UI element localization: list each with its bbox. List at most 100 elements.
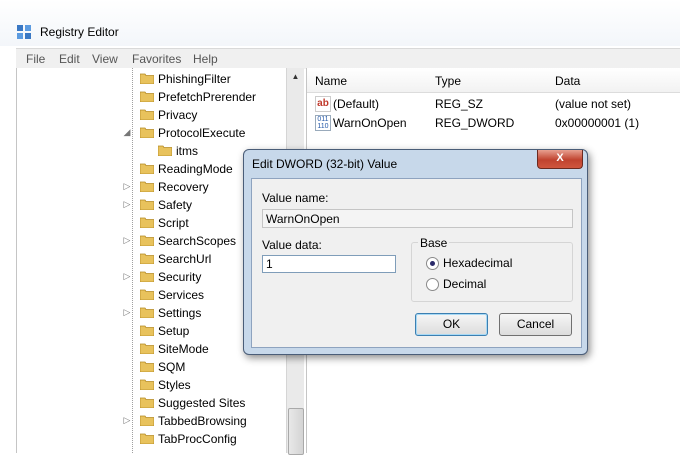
menu-file[interactable]: File <box>26 52 45 66</box>
window-titlebar: Registry Editor <box>0 0 680 46</box>
decimal-label[interactable]: Decimal <box>443 277 486 291</box>
tree-node-label: itms <box>176 144 198 158</box>
tree-node-label: SearchScopes <box>158 234 237 248</box>
expand-arrow-icon[interactable] <box>122 162 132 174</box>
tree-node-label: Suggested Sites <box>158 396 246 410</box>
value-data: (value not set) <box>555 97 632 111</box>
expand-arrow-icon[interactable]: ◢ <box>122 126 132 138</box>
expand-arrow-icon[interactable] <box>140 144 150 156</box>
expand-arrow-icon[interactable]: ▷ <box>122 270 132 282</box>
expand-arrow-icon[interactable] <box>122 432 132 444</box>
value-row[interactable]: ab (Default) REG_SZ (value not set) <box>307 95 680 113</box>
tree-node-label: Recovery <box>158 180 209 194</box>
tree-node-label: SiteMode <box>158 342 209 356</box>
folder-icon <box>140 307 154 318</box>
window-title: Registry Editor <box>40 25 119 39</box>
cancel-button[interactable]: Cancel <box>499 313 572 336</box>
string-value-icon: ab <box>315 96 331 112</box>
tree-node-label: Script <box>158 216 189 230</box>
close-icon: X <box>556 152 564 164</box>
decimal-radio[interactable] <box>426 278 439 291</box>
value-name: (Default) <box>333 97 380 111</box>
folder-icon <box>140 253 154 264</box>
column-header-name[interactable]: Name <box>307 68 428 93</box>
tree-node-label: PhishingFilter <box>158 72 231 86</box>
expand-arrow-icon[interactable]: ▷ <box>122 198 132 210</box>
folder-icon <box>158 145 172 156</box>
expand-arrow-icon[interactable] <box>122 108 132 120</box>
menu-edit[interactable]: Edit <box>59 52 80 66</box>
menu-favorites[interactable]: Favorites <box>132 52 181 66</box>
value-name: WarnOnOpen <box>333 116 407 130</box>
expand-arrow-icon[interactable]: ▷ <box>122 180 132 192</box>
folder-icon <box>140 415 154 426</box>
scroll-thumb[interactable] <box>288 408 304 455</box>
folder-icon <box>140 235 154 246</box>
expand-arrow-icon[interactable] <box>122 72 132 84</box>
tree-guide-line <box>132 68 133 453</box>
value-row[interactable]: 011 110 WarnOnOpen REG_DWORD 0x00000001 (1) <box>307 114 680 132</box>
folder-icon <box>140 379 154 390</box>
value-name-label: Value name: <box>262 191 329 205</box>
folder-icon <box>140 271 154 282</box>
expand-arrow-icon[interactable] <box>122 342 132 354</box>
folder-icon <box>140 127 154 138</box>
expand-arrow-icon[interactable] <box>122 360 132 372</box>
tree-node-label: Setup <box>158 324 190 338</box>
ok-button[interactable]: OK <box>415 313 488 336</box>
tree-node-label: Security <box>158 270 202 284</box>
binary-value-icon: 011 110 <box>315 115 331 131</box>
folder-icon <box>140 199 154 210</box>
expand-arrow-icon[interactable] <box>122 396 132 408</box>
column-header-type[interactable]: Type <box>427 68 548 93</box>
tree-node-label: Styles <box>158 378 191 392</box>
tree-node-label: SQM <box>158 360 186 374</box>
expand-arrow-icon[interactable]: ▷ <box>122 234 132 246</box>
scroll-up-arrow-icon[interactable]: ▲ <box>287 68 304 85</box>
value-data-input[interactable] <box>262 255 396 273</box>
tree-node-label: PrefetchPrerender <box>158 90 257 104</box>
menu-view[interactable]: View <box>92 52 118 66</box>
tree-node-label: TabProcConfig <box>158 432 237 446</box>
menu-help[interactable]: Help <box>193 52 218 66</box>
value-type: REG_SZ <box>435 97 484 111</box>
registry-editor-icon <box>17 25 31 39</box>
folder-icon <box>140 433 154 444</box>
expand-arrow-icon[interactable] <box>122 324 132 336</box>
close-button[interactable]: X <box>537 150 583 169</box>
tree-node-label: Settings <box>158 306 202 320</box>
menu-bar: File Edit View Favorites Help <box>16 48 680 69</box>
value-type: REG_DWORD <box>435 116 515 130</box>
folder-icon <box>140 181 154 192</box>
expand-arrow-icon[interactable] <box>122 90 132 102</box>
value-data-label: Value data: <box>262 238 322 252</box>
folder-icon <box>140 361 154 372</box>
folder-icon <box>140 217 154 228</box>
tree-node-label: Privacy <box>158 108 198 122</box>
tree-node-label: ProtocolExecute <box>158 126 246 140</box>
dialog-title: Edit DWORD (32-bit) Value <box>252 157 398 171</box>
expand-arrow-icon[interactable] <box>122 288 132 300</box>
expand-arrow-icon[interactable] <box>122 378 132 390</box>
dialog-body: Value name: WarnOnOpen Value data: Base … <box>251 178 582 348</box>
tree-node-label: ReadingMode <box>158 162 233 176</box>
folder-icon <box>140 397 154 408</box>
edit-dword-dialog: Edit DWORD (32-bit) Value X Value name: … <box>243 149 588 355</box>
expand-arrow-icon[interactable] <box>122 252 132 264</box>
expand-arrow-icon[interactable] <box>122 216 132 228</box>
tree-node-label: SearchUrl <box>158 252 212 266</box>
tree-node-label: Services <box>158 288 205 302</box>
folder-icon <box>140 163 154 174</box>
base-groupbox <box>411 242 573 302</box>
value-data: 0x00000001 (1) <box>555 116 640 130</box>
expand-arrow-icon[interactable]: ▷ <box>122 414 132 426</box>
column-header-data[interactable]: Data <box>547 68 680 93</box>
hexadecimal-radio[interactable] <box>426 257 439 270</box>
folder-icon <box>140 325 154 336</box>
base-label: Base <box>418 236 450 250</box>
folder-icon <box>140 109 154 120</box>
tree-node-label: TabbedBrowsing <box>158 414 247 428</box>
expand-arrow-icon[interactable]: ▷ <box>122 306 132 318</box>
hexadecimal-label[interactable]: Hexadecimal <box>443 256 512 270</box>
folder-icon <box>140 73 154 84</box>
